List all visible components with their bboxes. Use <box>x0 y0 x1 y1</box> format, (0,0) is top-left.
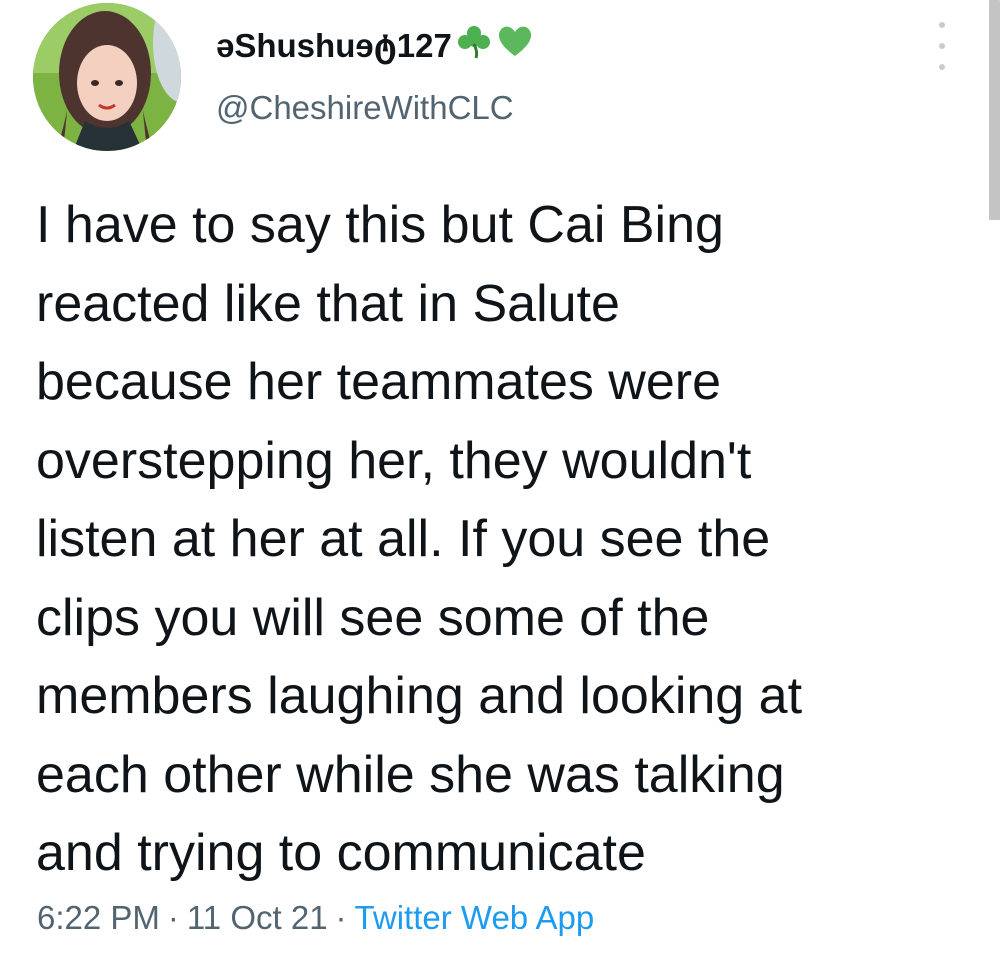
tweet-text-line: clips you will see some of the <box>36 588 710 647</box>
scrollbar-thumb[interactable] <box>989 0 1000 220</box>
more-dot-icon <box>939 22 945 28</box>
avatar[interactable] <box>33 3 181 151</box>
shamrock-icon <box>454 22 494 69</box>
tweet-text-line: because her teammates were <box>36 353 722 411</box>
tweet-text: I have to say this but Cai Bing reacted … <box>36 186 966 893</box>
separator: · <box>335 899 347 936</box>
tweet-time[interactable]: 6:22 PM <box>37 899 160 936</box>
tweet-text-line: members laughing and looking at <box>36 667 803 725</box>
more-dot-icon <box>939 64 945 70</box>
display-name[interactable]: əShushuɘტ127 <box>216 22 534 69</box>
user-handle[interactable]: @CheshireWithCLC <box>216 88 514 128</box>
tweet-text-line: I have to say this but Cai Bing <box>36 196 724 254</box>
tweet: əShushuɘტ127 @CheshireWithCLC I have to … <box>0 0 1000 965</box>
tweet-text-line: overstepping her, they wouldn't <box>36 431 752 490</box>
display-name-text: əShushuɘტ127 <box>216 26 452 64</box>
tweet-metadata: 6:22 PM · 11 Oct 21 · Twitter Web App <box>37 896 594 940</box>
tweet-source-link[interactable]: Twitter Web App <box>355 899 595 936</box>
tweet-text-line: reacted like that in Salute <box>36 274 620 333</box>
more-options-button[interactable] <box>928 22 956 70</box>
tweet-date[interactable]: 11 Oct 21 <box>187 899 328 936</box>
tweet-text-line: and trying to communicate <box>36 824 646 882</box>
tweet-text-line: each other while she was talking <box>36 745 785 804</box>
more-dot-icon <box>939 43 945 49</box>
avatar-image <box>33 3 181 151</box>
tweet-text-line: listen at her at all. If you see the <box>36 510 771 568</box>
green-heart-icon <box>496 24 534 67</box>
separator: · <box>167 899 179 936</box>
